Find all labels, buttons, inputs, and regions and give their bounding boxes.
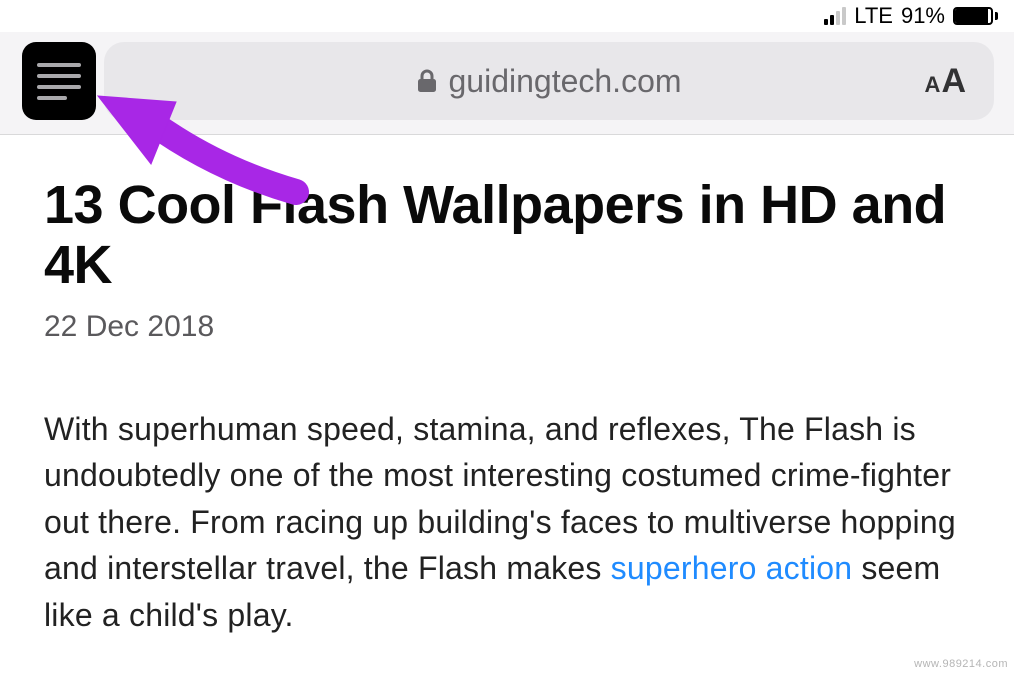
watermark: www.989214.com xyxy=(914,658,1008,670)
superhero-action-link[interactable]: superhero action xyxy=(611,550,853,586)
battery-pct: 91% xyxy=(901,3,945,29)
battery-icon xyxy=(953,7,998,25)
text-size-button[interactable]: A A xyxy=(925,62,966,101)
text-size-small: A xyxy=(925,72,941,98)
status-bar: LTE 91% xyxy=(0,0,1014,32)
article-date: 22 Dec 2018 xyxy=(44,310,970,344)
reader-mode-button[interactable] xyxy=(22,42,96,120)
network-label: LTE xyxy=(854,3,893,29)
browser-chrome: guidingtech.com A A xyxy=(0,32,1014,135)
battery-fill xyxy=(955,9,988,23)
annotation-arrow-icon xyxy=(96,94,316,214)
reader-lines-icon xyxy=(37,63,81,100)
text-size-large: A xyxy=(941,62,966,101)
lock-icon xyxy=(416,68,438,94)
signal-icon xyxy=(824,7,846,25)
article-body: With superhuman speed, stamina, and refl… xyxy=(44,406,970,638)
url-domain: guidingtech.com xyxy=(448,63,681,100)
